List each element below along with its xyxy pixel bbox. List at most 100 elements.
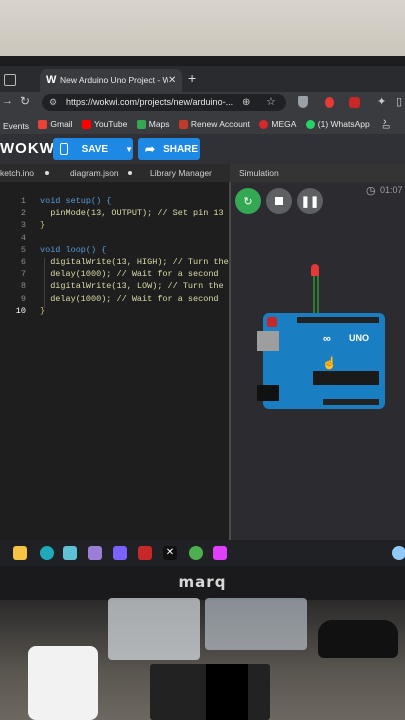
edge-icon[interactable] (40, 546, 54, 560)
bookmark-label: YouTube (93, 119, 128, 129)
code-line: delay(1000); // Wait for a second (40, 293, 219, 304)
bookmark-label: Events (3, 120, 29, 131)
monitor-brand-logo: marq (178, 573, 227, 591)
analog-header (323, 399, 379, 405)
bookmark-maps[interactable]: Maps (136, 114, 170, 134)
board-label: UNO (349, 333, 369, 343)
file-explorer-icon[interactable] (13, 546, 27, 560)
unsaved-dot-icon (45, 171, 49, 175)
code-line: } (40, 220, 46, 231)
storage-box (108, 598, 200, 660)
stop-simulation-button[interactable] (266, 188, 292, 214)
reload-icon[interactable]: ↻ (20, 94, 30, 108)
line-number: 2 (20, 208, 26, 219)
save-label: SAVE (81, 143, 109, 155)
tab-diagram-json[interactable]: diagram.json (70, 164, 119, 182)
app-m-icon[interactable] (113, 546, 127, 560)
bookmark-renew-account[interactable]: Renew Account (178, 114, 250, 134)
mouse-cursor-icon: ☝ (322, 356, 337, 370)
close-tab-icon[interactable]: ✕ (168, 69, 176, 92)
code-line: } (40, 305, 46, 316)
weather-cloud-icon[interactable] (392, 546, 405, 560)
wokwi-favicon-icon: W (46, 74, 57, 86)
extension-red-icon[interactable] (349, 97, 360, 108)
whatsapp-icon (305, 119, 315, 129)
new-tab-icon[interactable]: + (188, 70, 196, 86)
save-button[interactable]: SAVE ▼ (53, 138, 133, 160)
zoom-icon[interactable]: ⊕ (242, 94, 250, 111)
bookmark-gmail[interactable]: Gmail (38, 114, 73, 134)
share-label: SHARE (163, 143, 199, 155)
bookmark-whatsapp[interactable]: (1) WhatsApp (305, 114, 370, 134)
code-line: void setup() { (40, 196, 112, 206)
share-button[interactable]: ➦ SHARE (138, 138, 200, 160)
maps-icon (136, 119, 146, 129)
led-lead (317, 276, 319, 314)
tab-sketch-ino[interactable]: ketch.ino (0, 164, 34, 182)
toy-car (318, 620, 398, 658)
bookmark-youtube[interactable]: YouTube (81, 114, 128, 134)
stop-icon (275, 197, 283, 205)
monitor-bezel-top (0, 56, 405, 66)
line-number: 8 (20, 281, 26, 292)
bookmark-label: Renew Account (190, 119, 250, 129)
app-cube-icon[interactable] (88, 546, 102, 560)
unsaved-dot-icon (128, 171, 132, 175)
wokwi-logo[interactable]: WOKWI (0, 140, 60, 157)
code-line: digitalWrite(13, HIGH); // Turn the (40, 256, 229, 267)
simulation-header: Simulation (230, 164, 405, 182)
url-field[interactable]: ⚙ https://wokwi.com/projects/new/arduino… (42, 94, 286, 111)
power-jack (257, 385, 279, 401)
bookmark-label: (1) WhatsApp (317, 119, 370, 129)
bookmarks-more-icon[interactable]: › (383, 116, 387, 128)
simulation-timer: 01:07 (380, 185, 403, 195)
x-app-icon[interactable]: ✕ (163, 546, 177, 560)
tab-title: New Arduino Uno Project - Wokw (60, 75, 168, 85)
extensions-puzzle-icon[interactable]: ✦ (377, 95, 386, 108)
app-cat-icon[interactable] (138, 546, 152, 560)
line-gutter: 1 2 3 4 5 6 7 8 9 10 (0, 196, 26, 318)
back-icon[interactable]: → (2, 95, 13, 107)
store-icon[interactable] (63, 546, 77, 560)
microcontroller-chip (313, 371, 379, 385)
extension-opera-icon[interactable] (325, 97, 334, 108)
pause-simulation-button[interactable]: ❚❚ (297, 188, 323, 214)
power-adapter (28, 646, 98, 720)
timer-icon: ◷ (366, 185, 376, 197)
chevron-down-icon[interactable]: ▼ (125, 145, 133, 154)
tab-strip-icon[interactable]: ▯ (396, 95, 402, 108)
code-line: pinMode(13, OUTPUT); // Set pin 13 a (40, 208, 234, 219)
extension-shield-icon[interactable] (298, 96, 308, 108)
chrome-icon[interactable] (189, 546, 203, 560)
line-number: 10 (15, 305, 26, 316)
usb-port (257, 331, 279, 351)
arduino-logo-icon: ∞ (323, 333, 331, 345)
reset-button[interactable] (267, 317, 277, 327)
code-line: delay(1000); // Wait for a second (40, 269, 219, 280)
background-wall (0, 0, 405, 62)
monitor-stand (206, 664, 248, 720)
line-number: 1 (20, 196, 26, 206)
code-line: void loop() { (40, 244, 107, 255)
led-component[interactable] (311, 264, 319, 276)
led-lead (313, 276, 315, 314)
url-text: https://wokwi.com/projects/new/arduino-.… (66, 97, 234, 107)
restart-simulation-button[interactable]: ↻ (235, 188, 261, 214)
tab-search-icon[interactable] (4, 74, 16, 86)
line-number: 3 (20, 220, 26, 231)
editor-tabs: ketch.ino diagram.json Library Manager (0, 164, 230, 182)
bookmark-label: Maps (148, 119, 170, 129)
line-number: 4 (20, 232, 26, 243)
simulation-title: Simulation (239, 168, 279, 178)
bookmark-mega[interactable]: MEGA (259, 114, 296, 134)
app-gradient-icon[interactable] (213, 546, 227, 560)
code-line: digitalWrite(13, LOW); // Turn the L (40, 281, 234, 292)
storage-box (205, 598, 307, 650)
bookmark-events[interactable]: Events (3, 116, 29, 136)
site-info-icon[interactable]: ⚙ (49, 94, 57, 111)
bookmark-star-icon[interactable]: ☆ (266, 94, 276, 111)
youtube-icon (81, 119, 91, 129)
browser-tab-active[interactable]: W New Arduino Uno Project - Wokw ✕ (40, 69, 182, 92)
tab-library-manager[interactable]: Library Manager (150, 164, 212, 182)
